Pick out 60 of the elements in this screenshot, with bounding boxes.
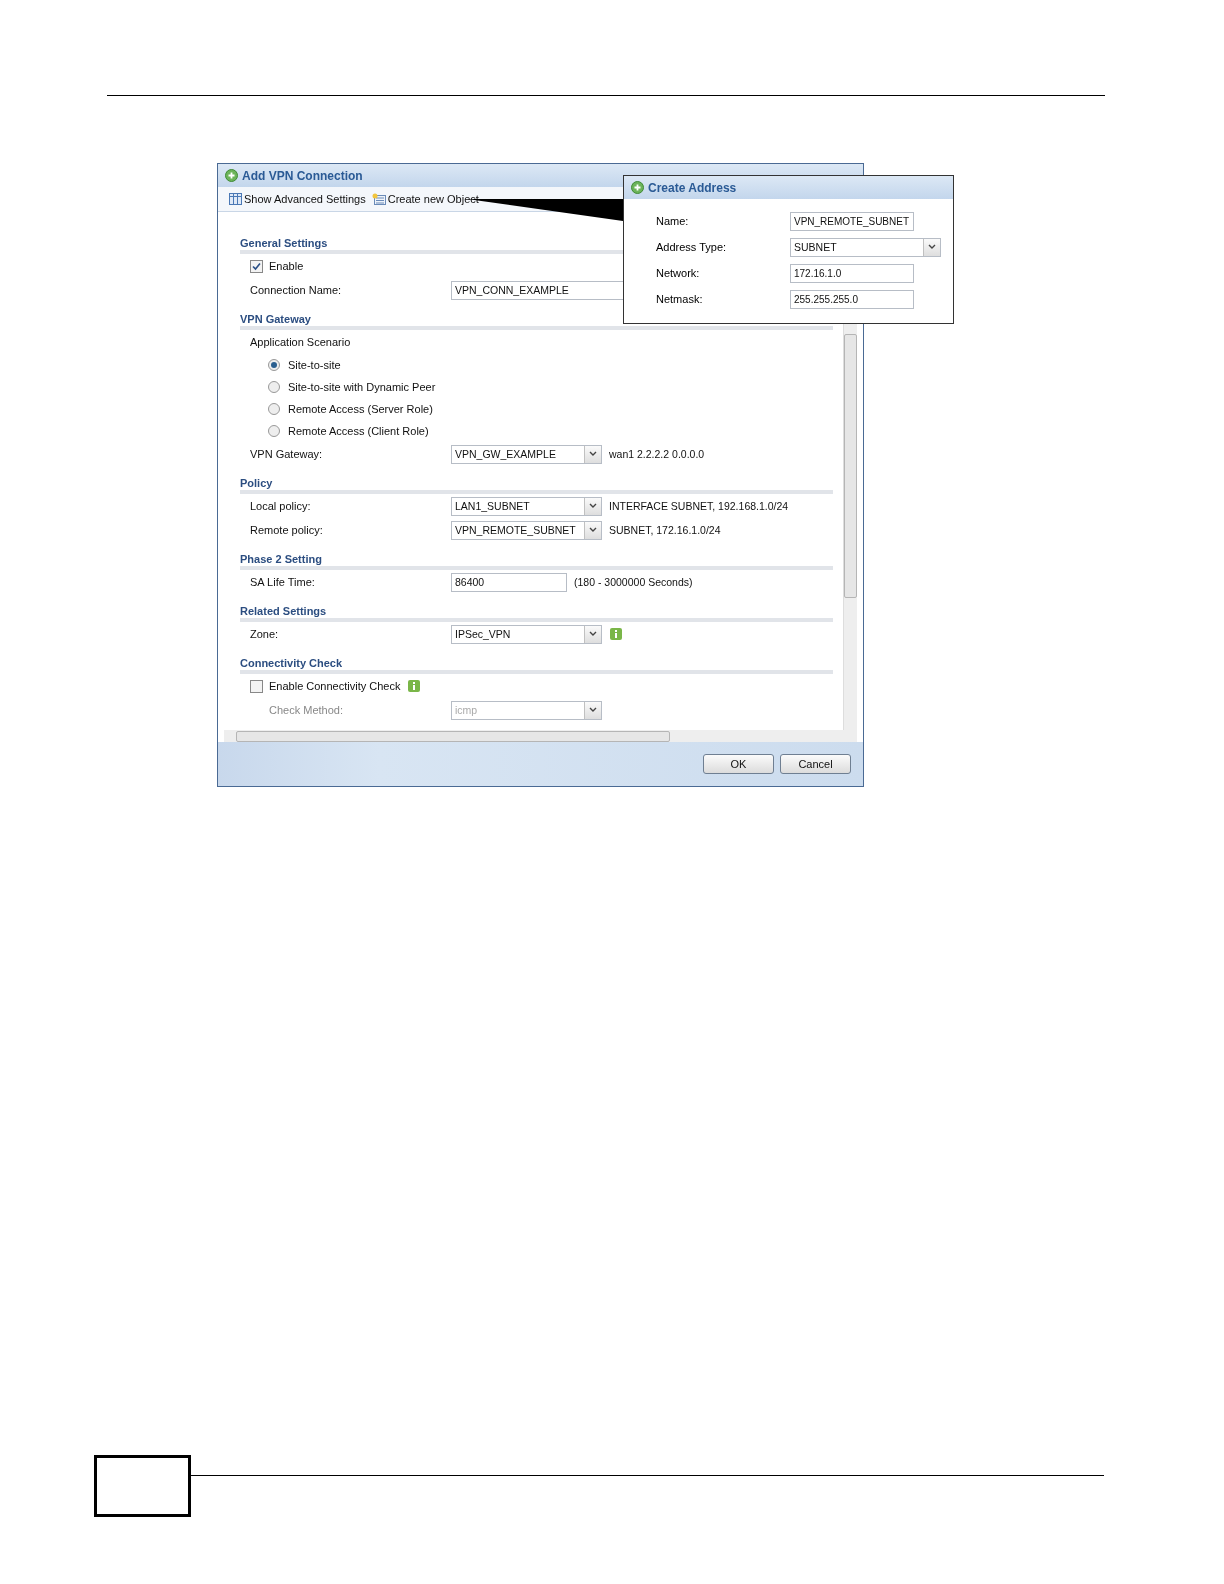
radio-label: Site-to-site with Dynamic Peer: [288, 381, 436, 393]
radio-button[interactable]: [268, 381, 280, 393]
radio-button[interactable]: [268, 403, 280, 415]
checkbox[interactable]: [250, 259, 263, 273]
toolbar-button[interactable]: Show Advanced Settings: [229, 193, 366, 205]
dialog-button[interactable]: Cancel: [780, 754, 851, 774]
horizontal-scrollbar[interactable]: [224, 730, 857, 742]
caret-icon: [589, 503, 597, 509]
section-title: Policy: [240, 477, 273, 490]
list-icon: [371, 193, 386, 205]
field-note: (180 - 3000000 Seconds): [574, 576, 693, 588]
field-note: wan1 2.2.2.2 0.0.0.0: [609, 448, 705, 460]
group-label: Application Scenario: [250, 336, 351, 348]
input-field[interactable]: 86400: [451, 572, 567, 592]
checkbox-label: Enable: [269, 260, 304, 272]
table-icon: [229, 193, 242, 205]
radio-label: Site-to-site: [288, 359, 341, 371]
radio-button[interactable]: [268, 425, 280, 437]
field-label: Name:: [656, 215, 690, 227]
select-field[interactable]: VPN_GW_EXAMPLE: [451, 444, 602, 464]
add-icon: [631, 181, 644, 194]
field-label: Remote policy:: [250, 524, 324, 536]
section-title: Related Settings: [240, 605, 327, 618]
caret-icon: [589, 631, 597, 637]
section-title: VPN Gateway: [240, 313, 311, 326]
section-title: Connectivity Check: [240, 657, 343, 670]
section-title: General Settings: [240, 237, 328, 250]
field-label: SA Life Time:: [250, 576, 316, 588]
checkbox-label: Enable Connectivity Check: [269, 680, 401, 692]
caret-icon: [589, 527, 597, 533]
window-title: Create Address: [648, 180, 737, 195]
field-label: Netmask:: [656, 293, 704, 305]
field-note: INTERFACE SUBNET, 192.168.1.0/24: [609, 500, 789, 512]
field-label: Address Type:: [656, 241, 728, 253]
add-icon: [225, 169, 238, 182]
caret-icon: [589, 451, 597, 457]
field-label: Check Method:: [268, 704, 344, 716]
field-label: Connection Name:: [250, 284, 343, 296]
window-title: Add VPN Connection: [242, 168, 363, 183]
select-field[interactable]: LAN1_SUBNET: [451, 496, 602, 516]
field-label: Network:: [656, 267, 701, 279]
radio-button[interactable]: [268, 359, 280, 371]
radio-label: Remote Access (Client Role): [288, 425, 429, 437]
input-field[interactable]: 255.255.255.0: [790, 289, 914, 309]
toolbar-button[interactable]: Create new Object: [371, 193, 479, 205]
field-label: VPN Gateway:: [250, 448, 324, 460]
input-field[interactable]: VPN_REMOTE_SUBNET: [790, 211, 914, 231]
select-field[interactable]: VPN_REMOTE_SUBNET: [451, 520, 602, 540]
field-label: Zone:: [250, 628, 280, 640]
radio-label: Remote Access (Server Role): [288, 403, 433, 415]
input-field[interactable]: 172.16.1.0: [790, 263, 914, 283]
select-field[interactable]: IPSec_VPN: [451, 624, 602, 644]
field-label: Local policy:: [250, 500, 312, 512]
dialog-button[interactable]: OK: [703, 754, 774, 774]
caret-icon: [928, 244, 936, 250]
caret-icon: [589, 707, 597, 713]
checkbox[interactable]: [250, 679, 263, 693]
field-note: SUBNET, 172.16.1.0/24: [609, 524, 721, 536]
select-field[interactable]: SUBNET: [790, 237, 941, 257]
section-title: Phase 2 Setting: [240, 553, 322, 566]
